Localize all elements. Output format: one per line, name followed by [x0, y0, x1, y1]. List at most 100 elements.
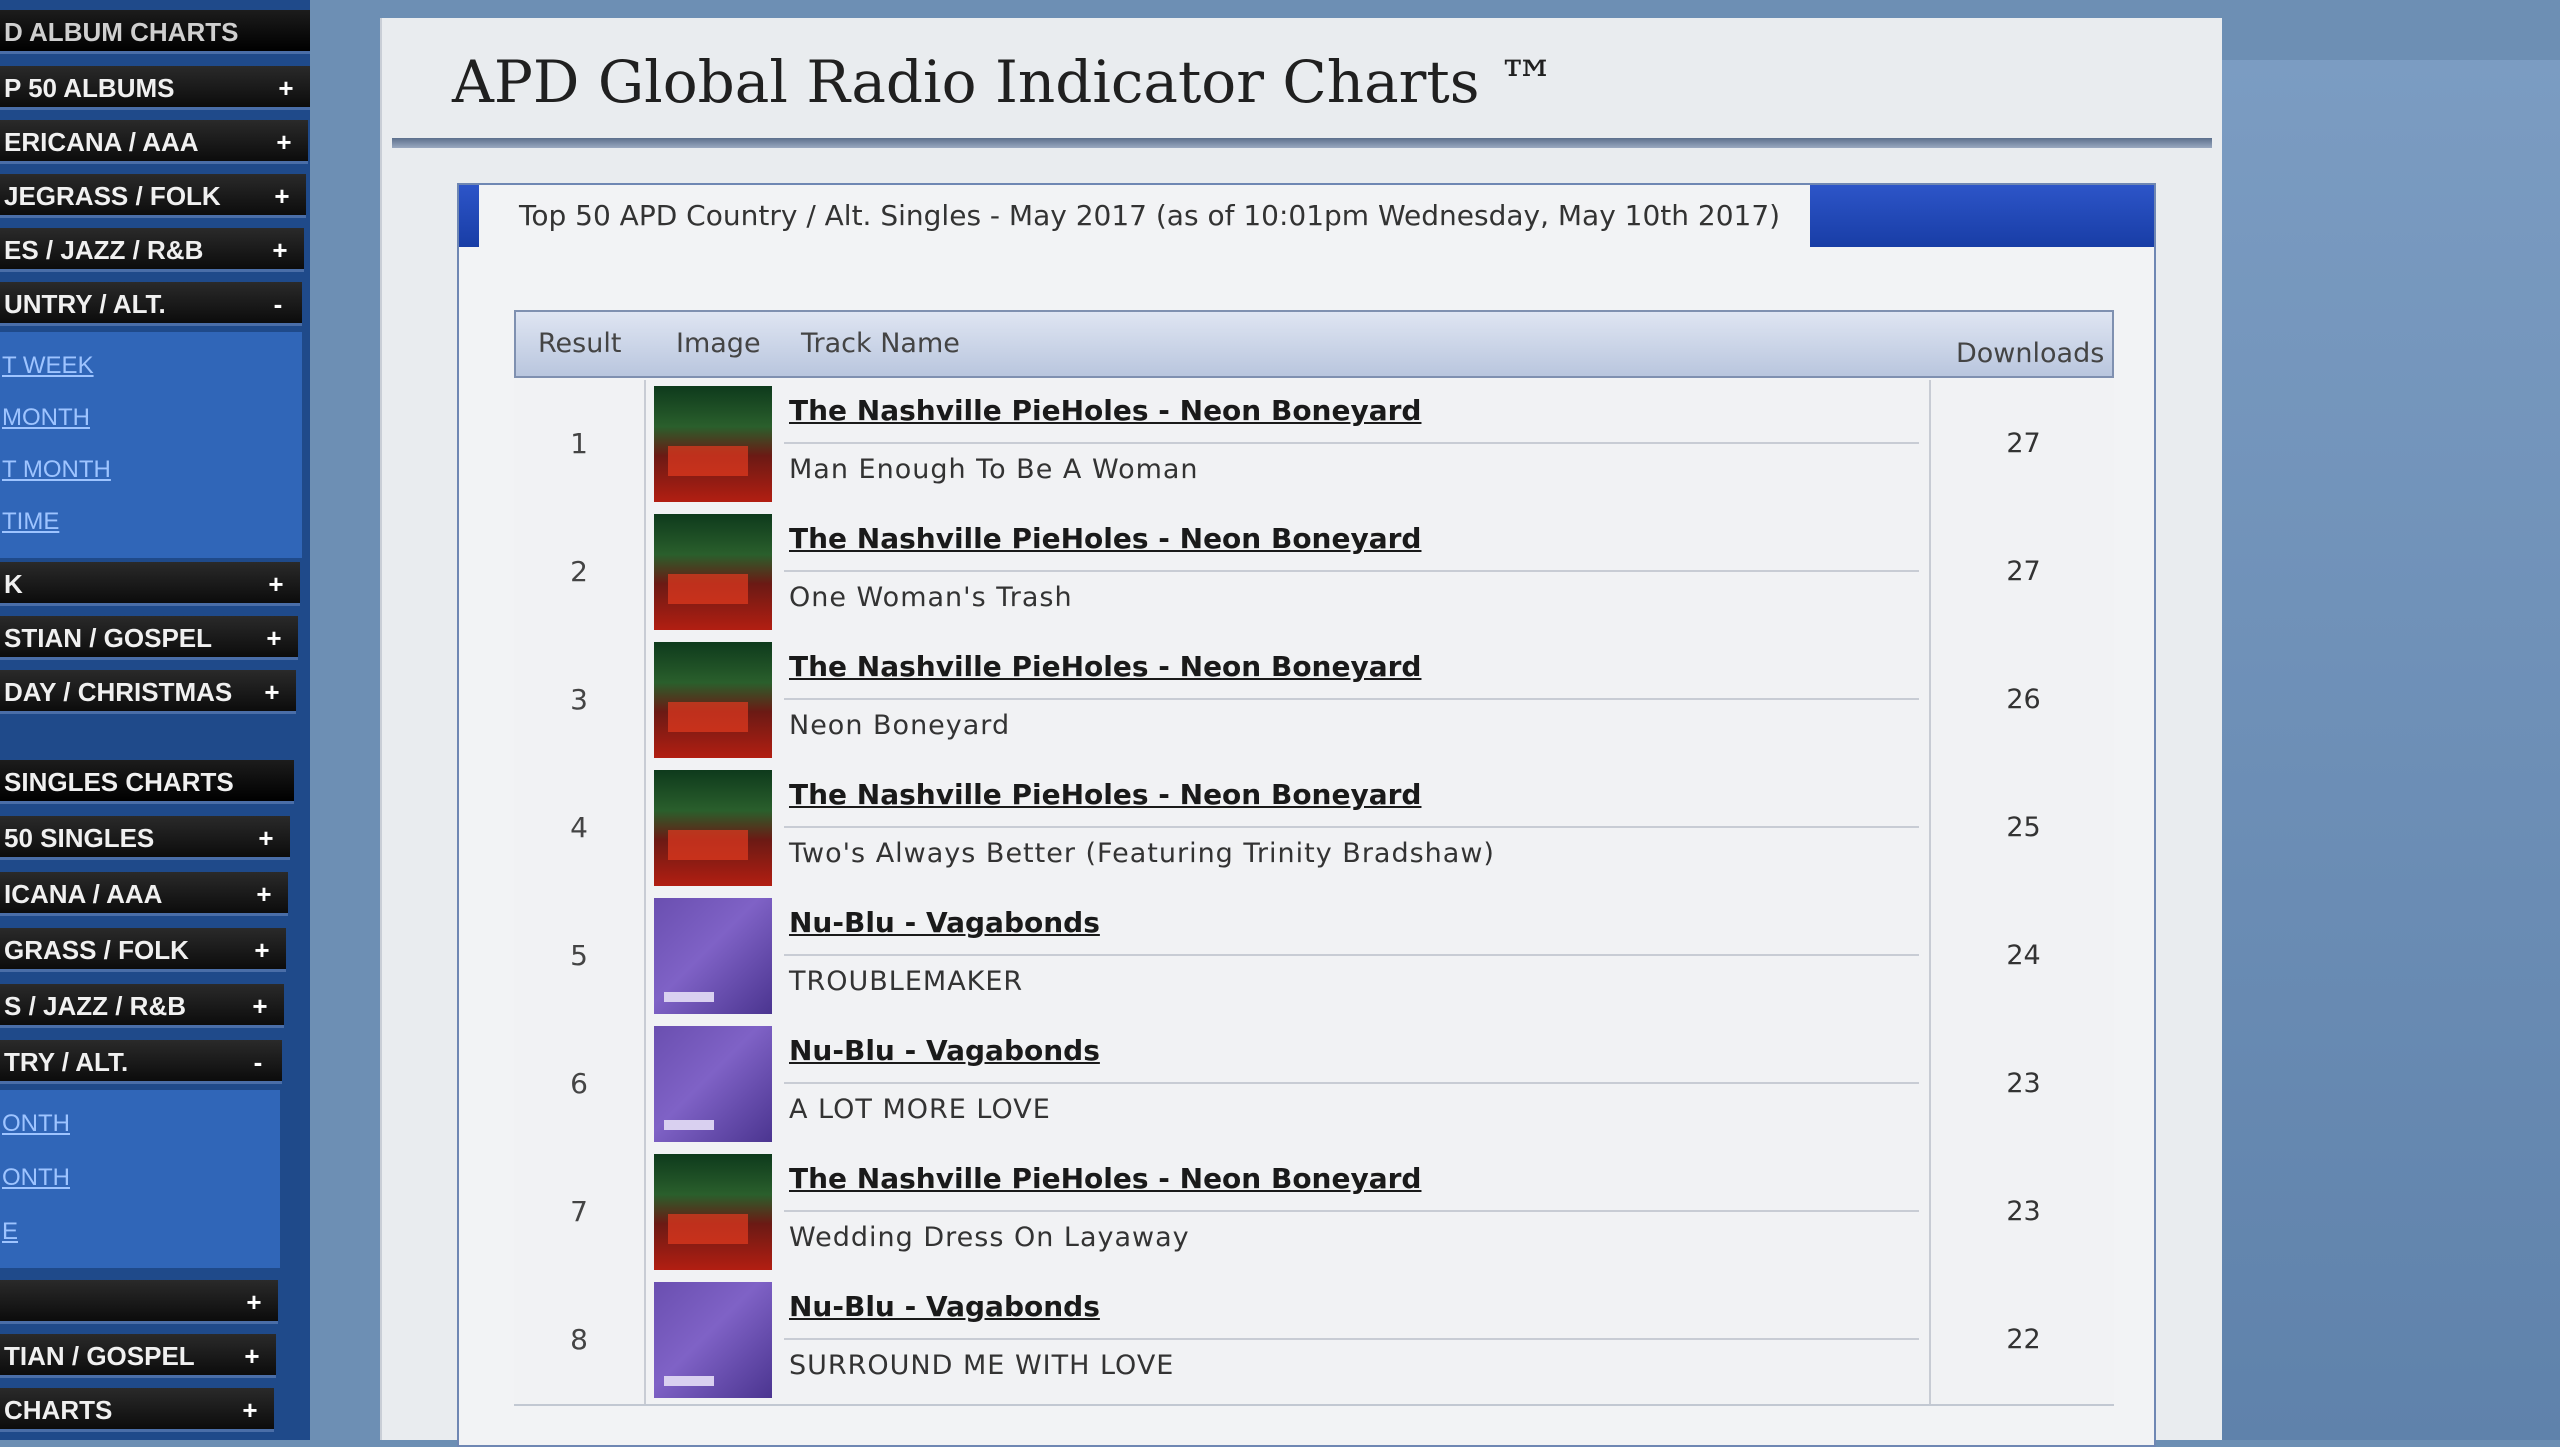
- table-header: Result Image Track Name Downloads: [514, 310, 2114, 378]
- album-art-image[interactable]: [654, 642, 772, 758]
- collapse-icon[interactable]: -: [266, 282, 290, 323]
- album-art-image[interactable]: [654, 1026, 772, 1142]
- sidebar-item-label: S / JAZZ / R&B: [4, 991, 187, 1021]
- sidebar-item-gospel-albums[interactable]: STIAN / GOSPEL +: [0, 616, 298, 660]
- table-row: 5 Nu-Blu - Vagabonds TROUBLEMAKER 24: [514, 892, 2114, 1022]
- album-art-image[interactable]: [654, 770, 772, 886]
- expand-icon[interactable]: +: [264, 562, 288, 603]
- track-title: SURROUND ME WITH LOVE: [789, 1350, 1175, 1381]
- rank-cell: 4: [514, 764, 646, 892]
- expand-icon[interactable]: +: [254, 816, 278, 857]
- expand-icon[interactable]: +: [248, 984, 272, 1025]
- sidebar-item-label: STIAN / GOSPEL: [4, 623, 213, 653]
- sidebar-item-country-albums[interactable]: UNTRY / ALT. -: [0, 282, 302, 326]
- cell-divider: [784, 698, 1919, 700]
- track-title: Neon Boneyard: [789, 710, 1011, 741]
- album-cover: [654, 386, 772, 502]
- artist-album-link[interactable]: The Nashville PieHoles - Neon Boneyard: [789, 522, 1421, 555]
- downloads-count: 23: [1929, 1020, 2116, 1148]
- cell-divider: [784, 1210, 1919, 1212]
- expand-icon[interactable]: +: [274, 66, 298, 107]
- expand-icon[interactable]: +: [238, 1388, 262, 1429]
- downloads-count: 26: [1929, 636, 2116, 764]
- album-art-image[interactable]: [654, 1154, 772, 1270]
- sidebar-item-top-50-singles[interactable]: 50 SINGLES +: [0, 816, 290, 860]
- sidebar-item-blues-albums[interactable]: ES / JAZZ / R&B +: [0, 228, 304, 272]
- sidebar-item-americana-singles[interactable]: ICANA / AAA +: [0, 872, 288, 916]
- submenu-link-month[interactable]: ONTH: [0, 1098, 70, 1150]
- expand-icon[interactable]: +: [270, 174, 294, 215]
- cell-divider: [784, 1082, 1919, 1084]
- sidebar: D ALBUM CHARTS P 50 ALBUMS + ERICANA / AA…: [0, 0, 310, 1440]
- rank-cell: 7: [514, 1148, 646, 1276]
- submenu-link-month[interactable]: MONTH: [0, 392, 90, 444]
- artist-album-link[interactable]: The Nashville PieHoles - Neon Boneyard: [789, 1162, 1421, 1195]
- album-art-image[interactable]: [654, 514, 772, 630]
- sidebar-item-charts[interactable]: CHARTS +: [0, 1388, 274, 1432]
- page-title: APD Global Radio Indicator Charts ™: [452, 48, 1556, 116]
- album-cover: [654, 1282, 772, 1398]
- rank-cell: 1: [514, 380, 646, 508]
- artist-album-link[interactable]: Nu-Blu - Vagabonds: [789, 1290, 1100, 1323]
- artist-album-link[interactable]: The Nashville PieHoles - Neon Boneyard: [789, 650, 1421, 683]
- sidebar-item-label: P 50 ALBUMS: [4, 73, 175, 103]
- table-row: 8 Nu-Blu - Vagabonds SURROUND ME WITH LOVE…: [514, 1276, 2114, 1406]
- column-header-image: Image: [676, 328, 761, 359]
- sidebar-item-blues-singles[interactable]: S / JAZZ / R&B +: [0, 984, 284, 1028]
- chart-heading: Top 50 APD Country / Alt. Singles - May …: [479, 185, 1811, 247]
- title-divider: [392, 138, 2212, 148]
- downloads-count: 27: [1929, 508, 2116, 636]
- expand-icon[interactable]: +: [242, 1280, 266, 1321]
- track-title: Man Enough To Be A Woman: [789, 454, 1199, 485]
- track-title: Two's Always Better (Featuring Trinity B…: [789, 838, 1495, 869]
- submenu-link-all-time[interactable]: E: [0, 1206, 18, 1258]
- artist-album-link[interactable]: Nu-Blu - Vagabonds: [789, 906, 1100, 939]
- singles-charts-header-label: SINGLES CHARTS: [4, 767, 234, 797]
- submenu-link-last-month[interactable]: ONTH: [0, 1152, 70, 1204]
- artist-album-link[interactable]: The Nashville PieHoles - Neon Boneyard: [789, 394, 1421, 427]
- collapse-icon[interactable]: -: [246, 1040, 270, 1081]
- artist-album-link[interactable]: The Nashville PieHoles - Neon Boneyard: [789, 778, 1421, 811]
- sidebar-item-bluegrass-singles[interactable]: GRASS / FOLK +: [0, 928, 286, 972]
- expand-icon[interactable]: +: [262, 616, 286, 657]
- submenu-link-last-month[interactable]: T MONTH: [0, 444, 111, 496]
- sidebar-item-gospel-singles[interactable]: TIAN / GOSPEL +: [0, 1334, 276, 1378]
- sidebar-item-label: GRASS / FOLK: [4, 935, 189, 965]
- track-title: A LOT MORE LOVE: [789, 1094, 1051, 1125]
- expand-icon[interactable]: +: [272, 120, 296, 161]
- track-title: One Woman's Trash: [789, 582, 1073, 613]
- sidebar-item-christmas-albums[interactable]: DAY / CHRISTMAS +: [0, 670, 296, 714]
- album-country-submenu: T WEEK MONTH T MONTH TIME: [0, 332, 302, 558]
- sidebar-item-americana-albums[interactable]: ERICANA / AAA +: [0, 120, 308, 164]
- submenu-link-all-time[interactable]: TIME: [0, 496, 59, 548]
- expand-icon[interactable]: +: [250, 928, 274, 969]
- track-title: TROUBLEMAKER: [789, 966, 1024, 997]
- sidebar-item-bluegrass-albums[interactable]: JEGRASS / FOLK +: [0, 174, 306, 218]
- rank-cell: 3: [514, 636, 646, 764]
- artist-album-link[interactable]: Nu-Blu - Vagabonds: [789, 1034, 1100, 1067]
- rank-cell: 5: [514, 892, 646, 1020]
- chart-panel: Top 50 APD Country / Alt. Singles - May …: [457, 183, 2156, 1447]
- expand-icon[interactable]: +: [260, 670, 284, 711]
- cell-divider: [784, 570, 1919, 572]
- sidebar-item-rock-albums[interactable]: K +: [0, 562, 300, 606]
- sidebar-item-label: UNTRY / ALT.: [4, 289, 166, 319]
- track-title: Wedding Dress On Layaway: [789, 1222, 1190, 1253]
- album-cover: [654, 514, 772, 630]
- sidebar-item-label: ERICANA / AAA: [4, 127, 199, 157]
- sidebar-item-country-singles[interactable]: TRY / ALT. -: [0, 1040, 282, 1084]
- expand-icon[interactable]: +: [240, 1334, 264, 1375]
- album-art-image[interactable]: [654, 1282, 772, 1398]
- cell-divider: [784, 442, 1919, 444]
- expand-icon[interactable]: +: [252, 872, 276, 913]
- cell-divider: [784, 954, 1919, 956]
- album-art-image[interactable]: [654, 898, 772, 1014]
- submenu-link-week[interactable]: T WEEK: [0, 340, 94, 392]
- expand-icon[interactable]: +: [268, 228, 292, 269]
- sidebar-item-rock-singles[interactable]: +: [0, 1280, 278, 1324]
- album-art-image[interactable]: [654, 386, 772, 502]
- sidebar-item-label: CHARTS: [4, 1395, 113, 1425]
- sidebar-item-top-50-albums[interactable]: P 50 ALBUMS +: [0, 66, 310, 110]
- main-content: APD Global Radio Indicator Charts ™ Top …: [380, 18, 2222, 1447]
- column-header-track-name: Track Name: [801, 328, 960, 359]
